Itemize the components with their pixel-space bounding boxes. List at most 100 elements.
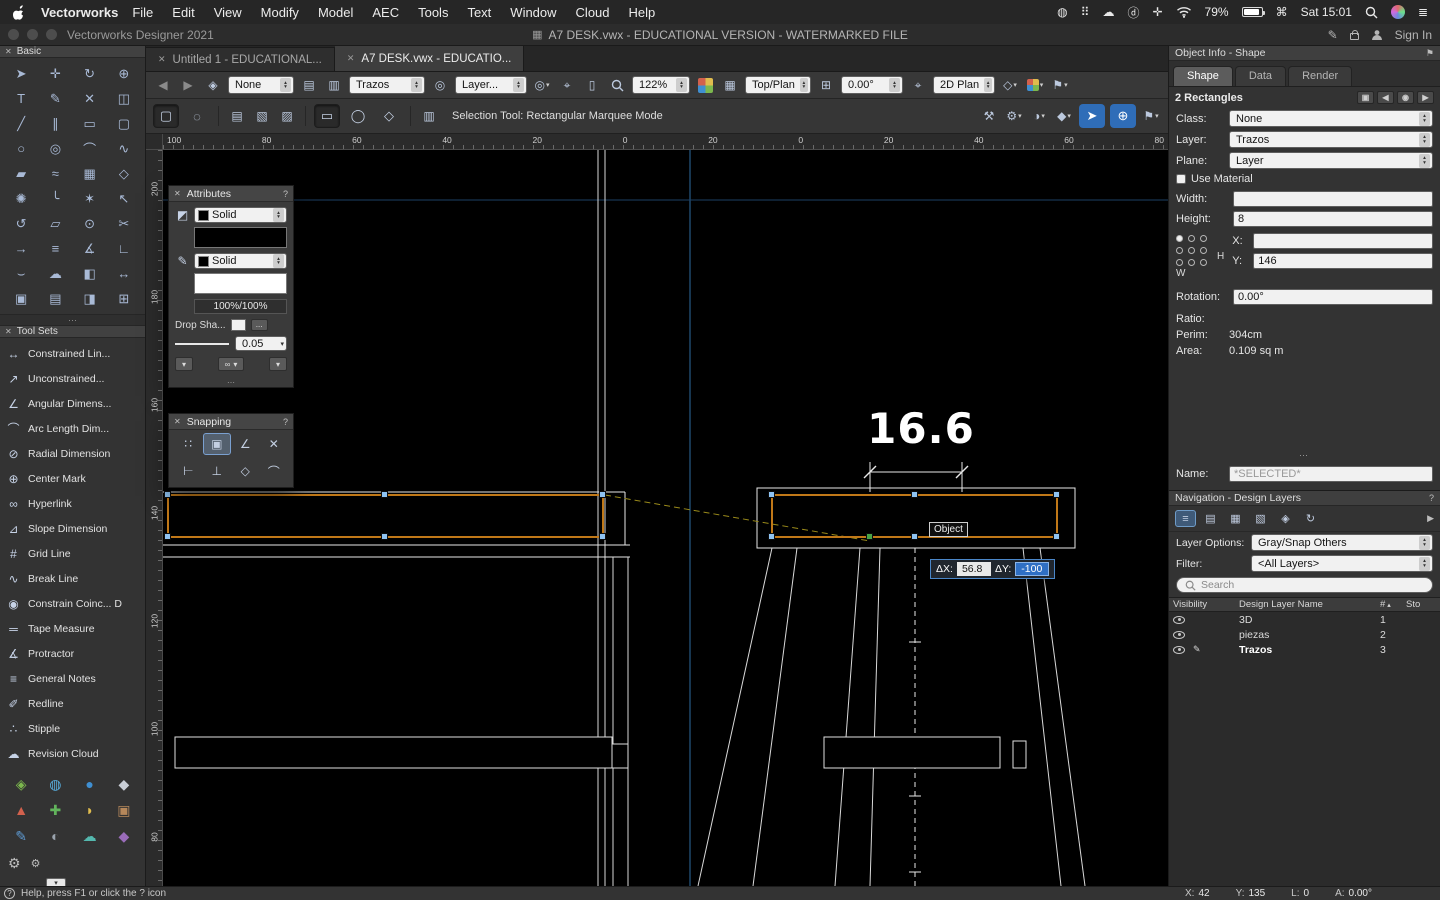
intersection-snap-toggle[interactable]: ✕ bbox=[260, 433, 289, 455]
dimension-tool[interactable]: ↔ bbox=[107, 261, 141, 286]
grid-tool[interactable]: ⊞ bbox=[107, 286, 141, 311]
class-dropdown[interactable]: None ▴ ▾ bbox=[228, 76, 294, 94]
rectangle-selection-shape-button[interactable]: ▭ bbox=[314, 104, 340, 128]
navigation-graphics-icon[interactable]: ◎ bbox=[430, 76, 450, 95]
reference-point-radio[interactable] bbox=[1176, 235, 1183, 242]
corner-tool[interactable]: ∟ bbox=[107, 236, 141, 261]
rectangular-marquee-mode-button[interactable]: ▢ bbox=[153, 104, 179, 128]
interactive-scaling-icon[interactable]: ▤ bbox=[227, 107, 247, 126]
shear-tool[interactable]: ▱ bbox=[38, 211, 72, 236]
sheet-layers-icon[interactable]: ▦ bbox=[1225, 510, 1246, 527]
settings-gear-small-icon[interactable]: ⚙ bbox=[31, 857, 41, 870]
reference-point-radio[interactable] bbox=[1200, 259, 1207, 266]
layer-visibility-icon[interactable]: ▥ bbox=[324, 76, 344, 95]
snapping-palette-header[interactable]: ✕ Snapping ? bbox=[169, 414, 293, 430]
pen-style-dropdown[interactable]: Solid ▴ ▾ bbox=[194, 253, 287, 269]
revision-cloud-tool[interactable]: ☁ Revision Cloud bbox=[0, 741, 145, 766]
center-mark-tool[interactable]: ⊕ Center Mark bbox=[0, 466, 145, 491]
close-icon[interactable]: ✕ bbox=[5, 327, 12, 336]
layer-row[interactable]: ✎ Trazos 3 bbox=[1169, 642, 1440, 657]
wifi-icon[interactable] bbox=[1176, 6, 1192, 18]
break-line-tool[interactable]: ∿ Break Line bbox=[0, 566, 145, 591]
arc-tool[interactable]: ⌒ bbox=[73, 136, 107, 161]
visibility-eye-icon[interactable] bbox=[1173, 630, 1185, 639]
freehand-tool[interactable]: ∿ bbox=[107, 136, 141, 161]
zoom-tool[interactable]: ⊕ bbox=[107, 61, 141, 86]
minimize-window-button[interactable] bbox=[27, 29, 38, 40]
surface-tool[interactable]: ▦ bbox=[73, 161, 107, 186]
angle-snap-toggle[interactable]: ∠ bbox=[231, 433, 260, 455]
active-plane-dropdown[interactable]: Layer... ▴ ▾ bbox=[455, 76, 527, 94]
user-icon[interactable] bbox=[1371, 28, 1383, 42]
pan-tool[interactable]: ✛ bbox=[38, 61, 72, 86]
slope-dimension-tool[interactable]: ⊿ Slope Dimension bbox=[0, 516, 145, 541]
plan-rotation-field[interactable]: 0.00° ▴ ▾ bbox=[841, 76, 903, 94]
toolset-category-5[interactable]: ▲ bbox=[4, 797, 38, 823]
marker-dropdown[interactable]: ▾ bbox=[268, 357, 287, 371]
selection-handle[interactable] bbox=[381, 491, 388, 498]
render-mode-icon[interactable]: ▦ bbox=[720, 76, 740, 95]
menu-item[interactable]: File bbox=[132, 5, 153, 20]
snap-loupe-button[interactable]: ⊕ bbox=[1110, 104, 1136, 128]
tangent-snap-toggle[interactable]: ⊥ bbox=[203, 460, 232, 482]
number-column-header[interactable]: # ▴ bbox=[1380, 599, 1406, 610]
previous-object-button[interactable]: ◀ bbox=[1377, 91, 1394, 104]
name-field[interactable]: *SELECTED* bbox=[1229, 466, 1433, 482]
active-app-name[interactable]: Vectorworks bbox=[41, 5, 118, 20]
reference-point-radio[interactable] bbox=[1176, 259, 1183, 266]
d-status-icon[interactable]: ⓓ bbox=[1127, 4, 1139, 21]
delta-y-field[interactable]: -100 bbox=[1015, 562, 1050, 576]
height-field[interactable]: 8 bbox=[1233, 211, 1433, 227]
polygon-selection-shape-button[interactable]: ◇ bbox=[376, 104, 402, 128]
oval-tool[interactable]: ◎ bbox=[38, 136, 72, 161]
forward-button[interactable]: ▶ bbox=[178, 76, 198, 95]
polygon-tool[interactable]: ▰ bbox=[4, 161, 38, 186]
status-circle-icon[interactable]: ◍ bbox=[1057, 5, 1067, 19]
origin-icon[interactable]: ⌖ bbox=[557, 76, 577, 95]
distance-snap-toggle[interactable]: ⊢ bbox=[174, 460, 203, 482]
plane-select[interactable]: Layer ▴ ▾ bbox=[1229, 152, 1433, 169]
layers-icon[interactable]: ▤ bbox=[299, 76, 319, 95]
y-field[interactable]: 146 bbox=[1253, 253, 1433, 269]
viewport-tool[interactable]: ▣ bbox=[4, 286, 38, 311]
grid-status-icon[interactable]: ⠿ bbox=[1081, 5, 1090, 19]
flag-dropdown[interactable]: ⚑ ▾ bbox=[1050, 76, 1070, 95]
width-field[interactable] bbox=[1233, 191, 1433, 207]
palette-resize-handle[interactable]: ⋯ bbox=[0, 314, 145, 326]
view-projection-dropdown[interactable]: Top/Plan ▴ ▾ bbox=[745, 76, 811, 94]
close-tab-icon[interactable]: ✕ bbox=[347, 53, 355, 64]
fill-style-dropdown[interactable]: Solid ▴ ▾ bbox=[194, 207, 287, 223]
render-style-dropdown[interactable]: ◑ ▾ bbox=[1029, 107, 1049, 126]
close-icon[interactable]: ✕ bbox=[174, 189, 181, 198]
spotlight-search-icon[interactable] bbox=[1365, 6, 1378, 19]
offset-tool[interactable]: ≡ bbox=[38, 236, 72, 261]
opacity-value[interactable]: 100%/100% bbox=[194, 299, 287, 314]
callout-tool[interactable]: ✎ bbox=[38, 86, 72, 111]
oval-selection-shape-button[interactable]: ◯ bbox=[345, 104, 371, 128]
close-icon[interactable]: ✕ bbox=[5, 47, 12, 56]
selection-handle[interactable] bbox=[911, 491, 918, 498]
general-notes-tool[interactable]: ≡ General Notes bbox=[0, 666, 145, 691]
object-snap-toggle[interactable]: ▣ bbox=[202, 433, 231, 455]
hyperlink-tool[interactable]: ∞ Hyperlink bbox=[0, 491, 145, 516]
navigation-header[interactable]: Navigation - Design Layers ? bbox=[1169, 491, 1440, 506]
selection-handle[interactable] bbox=[599, 533, 606, 540]
tape-measure-tool[interactable]: ═ Tape Measure bbox=[0, 616, 145, 641]
section-tool[interactable]: ◨ bbox=[73, 286, 107, 311]
toolset-category-10[interactable]: ◐ bbox=[38, 823, 72, 849]
smart-cursor-button[interactable]: ➤ bbox=[1079, 104, 1105, 128]
visibility-eye-icon[interactable] bbox=[1173, 645, 1185, 654]
drawing-canvas[interactable]: 16.6 Object ΔX: 56.8 ΔY: -100 bbox=[163, 150, 1168, 886]
layer-select[interactable]: Trazos ▴ ▾ bbox=[1229, 131, 1433, 148]
sync-attributes-button[interactable]: ∞ ▾ bbox=[217, 357, 245, 371]
redline-tool[interactable]: ✐ Redline bbox=[0, 691, 145, 716]
close-window-button[interactable] bbox=[8, 29, 19, 40]
wall-mode-icon[interactable]: ▥ bbox=[419, 107, 439, 126]
constrained-linear-dimension-tool[interactable]: ↔ Constrained Lin... bbox=[0, 341, 145, 366]
cloud-status-icon[interactable]: ☁ bbox=[1102, 5, 1114, 19]
angular-dimension-tool[interactable]: ∠ Angular Dimens... bbox=[0, 391, 145, 416]
reference-point-radio[interactable] bbox=[1200, 247, 1207, 254]
hierarchy-view-icon[interactable]: ≡ bbox=[1175, 510, 1196, 527]
toolset-category-12[interactable]: ◆ bbox=[107, 823, 141, 849]
reference-point-radio[interactable] bbox=[1188, 235, 1195, 242]
